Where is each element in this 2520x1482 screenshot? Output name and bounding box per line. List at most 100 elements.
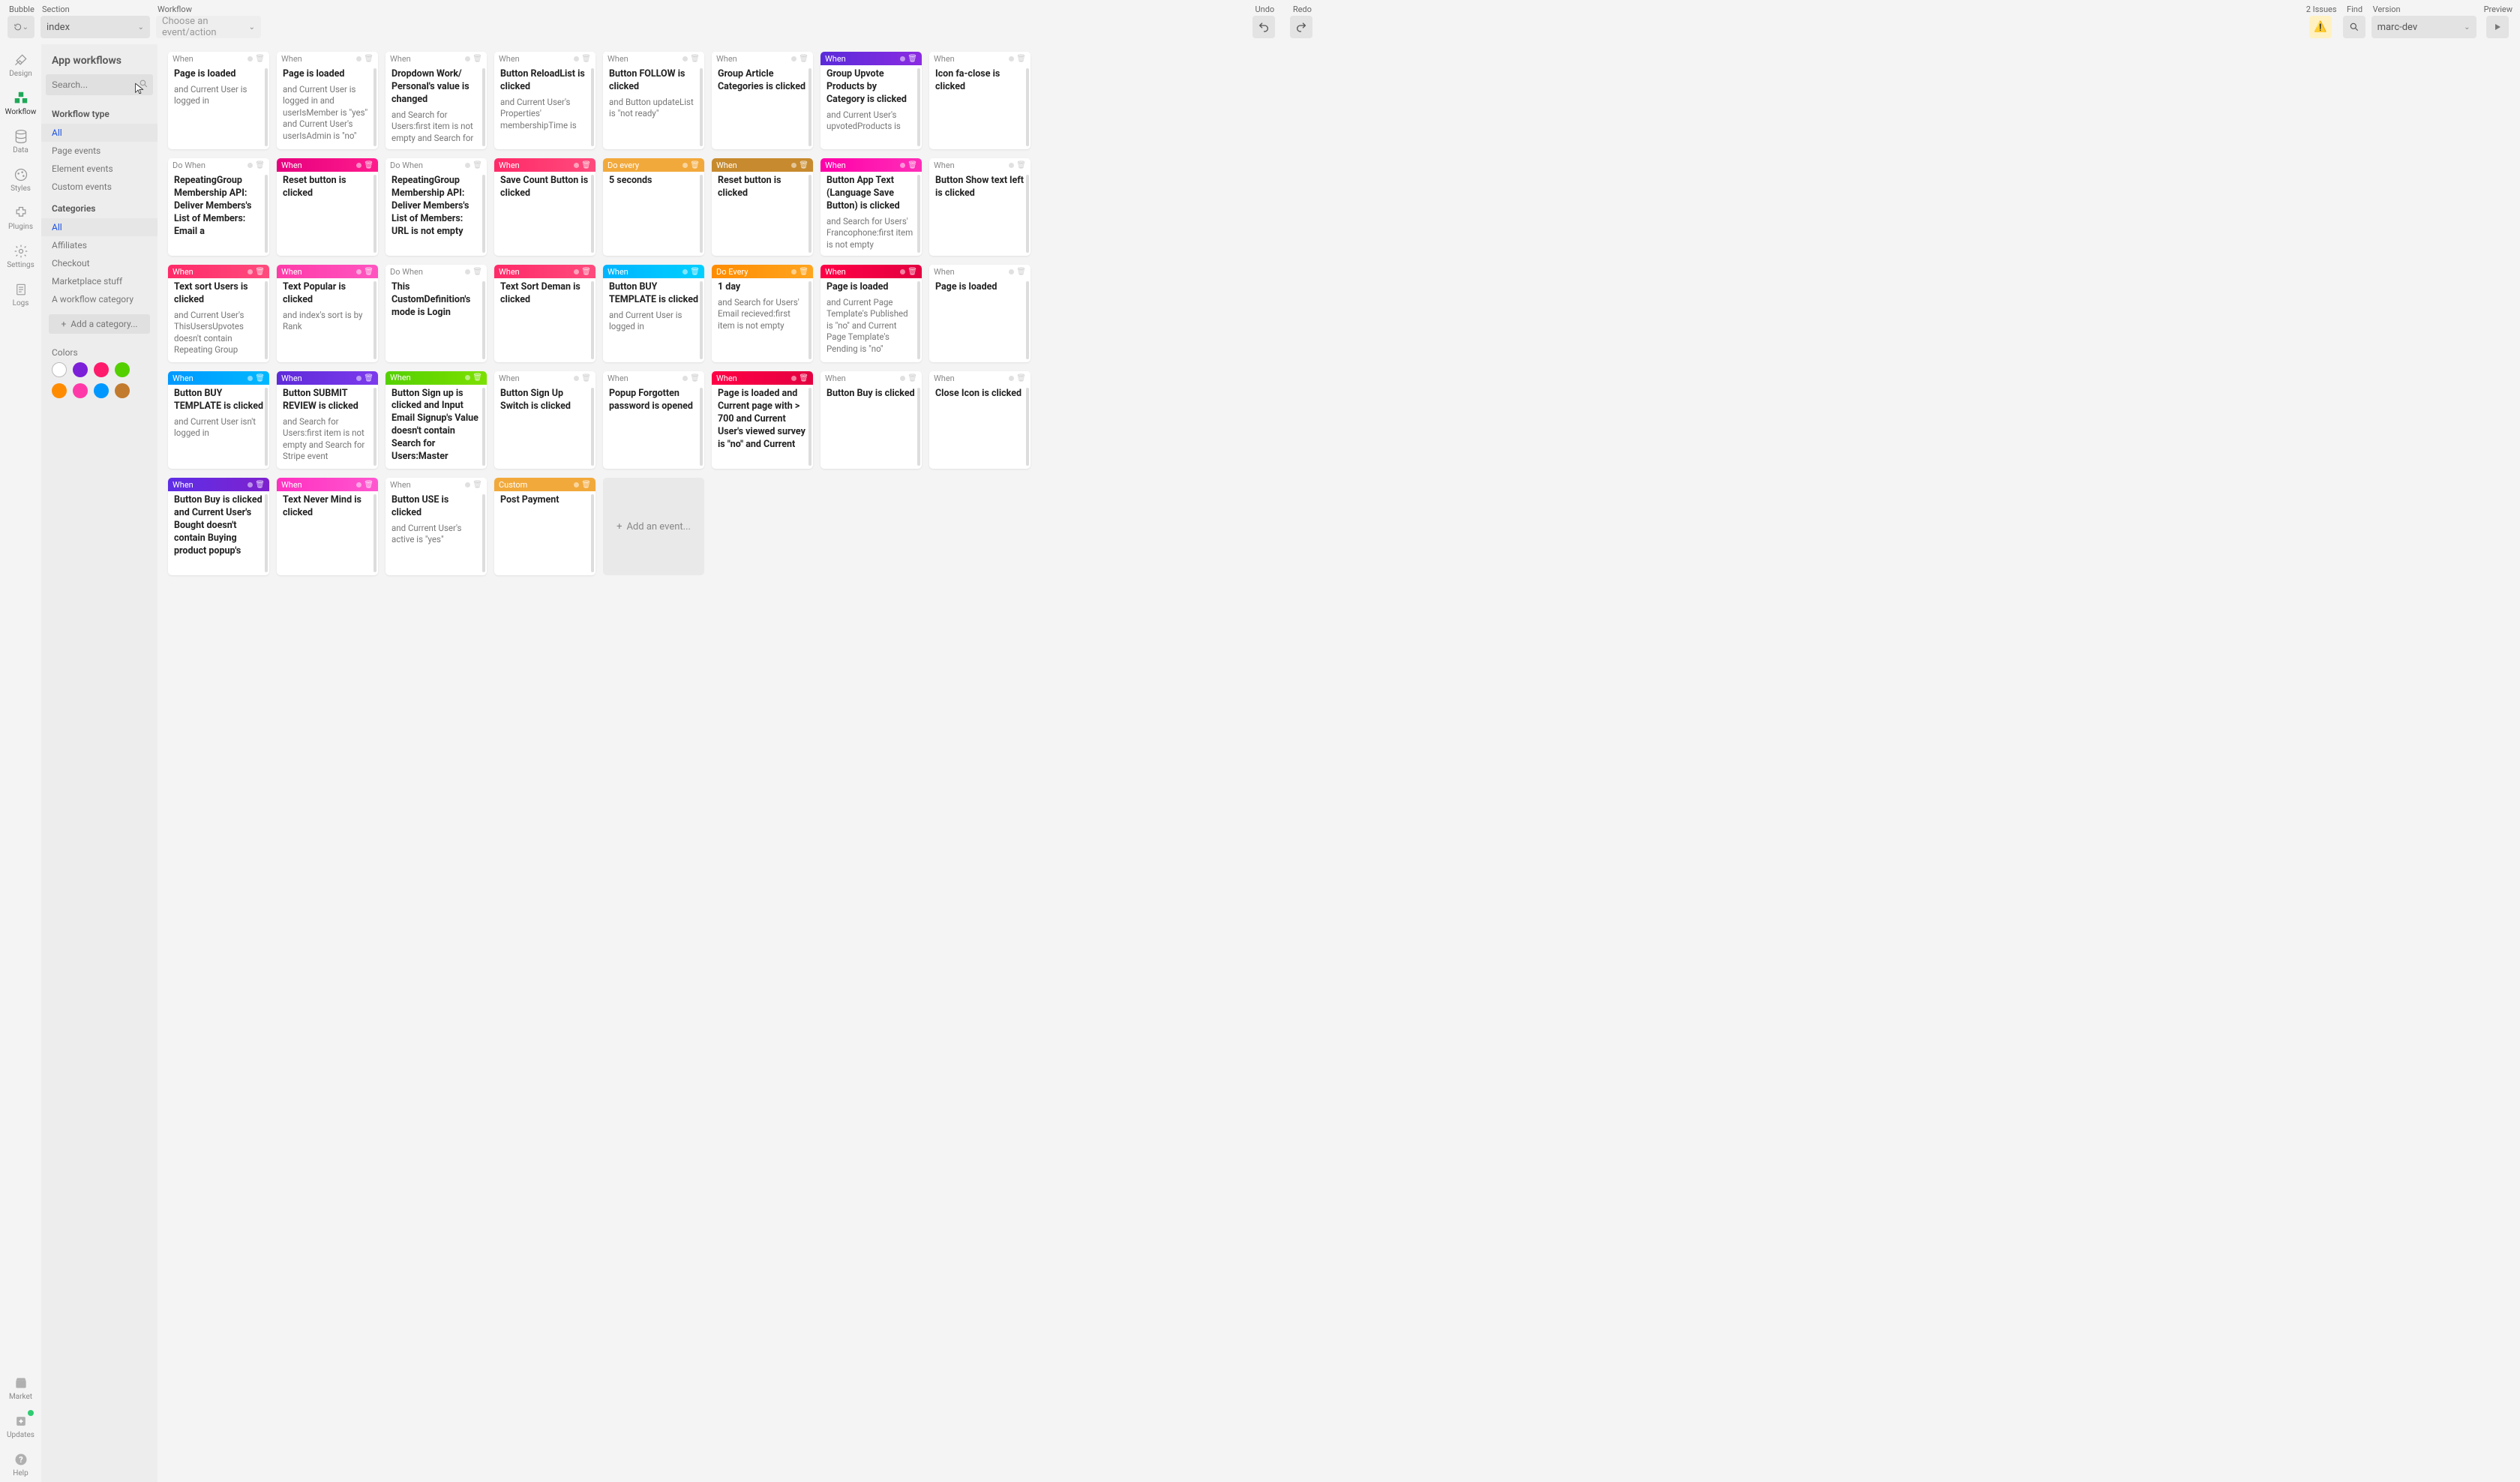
category-item[interactable]: Checkout	[41, 254, 158, 272]
trash-icon[interactable]: 🗑	[472, 374, 482, 382]
workflow-card[interactable]: When🗑Reset button is clicked	[712, 158, 813, 256]
issues-button[interactable]: ⚠️	[2309, 16, 2332, 38]
rail-updates[interactable]: Updates	[0, 1408, 41, 1444]
color-swatch[interactable]	[94, 362, 109, 377]
workflow-card[interactable]: When🗑Popup Forgotten password is opened	[603, 371, 704, 469]
workflow-card[interactable]: When🗑Text Never Mind is clicked	[277, 478, 378, 575]
workflow-card[interactable]: Do every🗑5 seconds	[603, 158, 704, 256]
color-swatch[interactable]	[115, 362, 130, 377]
trash-icon[interactable]: 🗑	[255, 55, 265, 63]
trash-icon[interactable]: 🗑	[255, 268, 265, 276]
find-button[interactable]	[2343, 16, 2366, 38]
rail-data[interactable]: Data	[0, 124, 41, 159]
color-swatch[interactable]	[115, 383, 130, 398]
workflow-card[interactable]: When🗑Button USE is clickedand Current Us…	[386, 478, 487, 575]
trash-icon[interactable]: 🗑	[364, 161, 374, 170]
workflow-card[interactable]: When🗑Text Sort Deman is clicked	[494, 265, 596, 362]
workflow-card[interactable]: When🗑Button BUY TEMPLATE is clickedand C…	[603, 265, 704, 362]
trash-icon[interactable]: 🗑	[690, 161, 700, 170]
bubble-menu[interactable]: ⌄	[8, 16, 34, 38]
rail-logs[interactable]: Logs	[0, 277, 41, 312]
trash-icon[interactable]: 🗑	[364, 55, 374, 63]
trash-icon[interactable]: 🗑	[1016, 268, 1026, 276]
trash-icon[interactable]: 🗑	[255, 161, 265, 170]
type-item[interactable]: Element events	[41, 160, 158, 178]
undo-button[interactable]	[1252, 16, 1275, 38]
workflow-card[interactable]: When🗑Page is loadedand Current Page Temp…	[820, 265, 922, 362]
workflow-card[interactable]: When🗑Page is loaded and Current page wit…	[712, 371, 813, 469]
rail-settings[interactable]: Settings	[0, 238, 41, 274]
preview-button[interactable]	[2486, 16, 2509, 38]
color-swatch[interactable]	[73, 362, 88, 377]
trash-icon[interactable]: 🗑	[690, 55, 700, 63]
workflow-card[interactable]: When🗑Button Show text left is clicked	[929, 158, 1030, 256]
trash-icon[interactable]: 🗑	[799, 161, 808, 170]
workflow-card[interactable]: Do When🗑RepeatingGroup Membership API: D…	[168, 158, 269, 256]
trash-icon[interactable]: 🗑	[690, 268, 700, 276]
add-category-button[interactable]: + Add a category...	[49, 314, 150, 334]
color-swatch[interactable]	[52, 383, 67, 398]
trash-icon[interactable]: 🗑	[908, 268, 917, 276]
workflow-card[interactable]: When🗑Button App Text (Language Save Butt…	[820, 158, 922, 256]
trash-icon[interactable]: 🗑	[908, 55, 917, 63]
category-item[interactable]: A workflow category	[41, 290, 158, 308]
rail-design[interactable]: Design	[0, 47, 41, 82]
trash-icon[interactable]: 🗑	[255, 481, 265, 489]
workflow-card[interactable]: When🗑Button Buy is clicked and Current U…	[168, 478, 269, 575]
workflow-card[interactable]: Do Every🗑1 dayand Search for Users' Emai…	[712, 265, 813, 362]
workflow-card[interactable]: When🗑Button ReloadList is clickedand Cur…	[494, 52, 596, 149]
rail-plugins[interactable]: Plugins	[0, 200, 41, 236]
category-item[interactable]: Affiliates	[41, 236, 158, 254]
trash-icon[interactable]: 🗑	[472, 55, 482, 63]
trash-icon[interactable]: 🗑	[1016, 55, 1026, 63]
trash-icon[interactable]: 🗑	[364, 268, 374, 276]
category-item[interactable]: Marketplace stuff	[41, 272, 158, 290]
workflow-card[interactable]: Do When🗑This CustomDefinition's mode is …	[386, 265, 487, 362]
trash-icon[interactable]: 🗑	[690, 374, 700, 382]
type-item[interactable]: Page events	[41, 142, 158, 160]
workflow-card[interactable]: When🗑Page is loaded	[929, 265, 1030, 362]
workflow-card[interactable]: When🗑Button SUBMIT REVIEW is clickedand …	[277, 371, 378, 469]
version-dropdown[interactable]: marc-dev ⌄	[2372, 16, 2476, 38]
workflow-card[interactable]: When🗑Text Popular is clickedand index's …	[277, 265, 378, 362]
trash-icon[interactable]: 🗑	[908, 161, 917, 170]
trash-icon[interactable]: 🗑	[581, 55, 591, 63]
type-item[interactable]: Custom events	[41, 178, 158, 196]
trash-icon[interactable]: 🗑	[1016, 161, 1026, 170]
section-dropdown[interactable]: index ⌄	[40, 16, 150, 38]
add-event-card[interactable]: +Add an event...	[603, 478, 704, 575]
workflow-card[interactable]: When🗑Button Sign Up Switch is clicked	[494, 371, 596, 469]
trash-icon[interactable]: 🗑	[581, 374, 591, 382]
workflow-card[interactable]: Do When🗑RepeatingGroup Membership API: D…	[386, 158, 487, 256]
workflow-card[interactable]: When🗑Save Count Button is clicked	[494, 158, 596, 256]
color-swatch[interactable]	[73, 383, 88, 398]
category-item[interactable]: All	[41, 218, 158, 236]
workflow-card[interactable]: When🗑Text sort Users is clickedand Curre…	[168, 265, 269, 362]
search-input[interactable]	[46, 74, 153, 95]
trash-icon[interactable]: 🗑	[908, 374, 917, 382]
workflow-card[interactable]: When🗑Group Upvote Products by Category i…	[820, 52, 922, 149]
redo-button[interactable]	[1290, 16, 1312, 38]
trash-icon[interactable]: 🗑	[364, 481, 374, 489]
workflow-card[interactable]: When🗑Page is loadedand Current User is l…	[277, 52, 378, 149]
trash-icon[interactable]: 🗑	[1016, 374, 1026, 382]
rail-market[interactable]: Market	[0, 1370, 41, 1406]
trash-icon[interactable]: 🗑	[799, 55, 808, 63]
color-swatch[interactable]	[94, 383, 109, 398]
workflow-card[interactable]: When🗑Button Buy is clicked	[820, 371, 922, 469]
trash-icon[interactable]: 🗑	[799, 268, 808, 276]
trash-icon[interactable]: 🗑	[255, 374, 265, 382]
rail-styles[interactable]: Styles	[0, 162, 41, 197]
workflow-card[interactable]: When🗑Button BUY TEMPLATE is clickedand C…	[168, 371, 269, 469]
rail-workflow[interactable]: Workflow	[0, 86, 41, 121]
workflow-card[interactable]: Custom🗑Post Payment	[494, 478, 596, 575]
type-item[interactable]: All	[41, 124, 158, 142]
workflow-card[interactable]: When🗑Icon fa-close is clicked	[929, 52, 1030, 149]
workflow-card[interactable]: When🗑Reset button is clicked	[277, 158, 378, 256]
trash-icon[interactable]: 🗑	[581, 161, 591, 170]
trash-icon[interactable]: 🗑	[472, 161, 482, 170]
workflow-card[interactable]: When🗑Dropdown Work/ Personal's value is …	[386, 52, 487, 149]
rail-help[interactable]: ? Help	[0, 1447, 41, 1482]
workflow-card[interactable]: When🗑Group Article Categories is clicked	[712, 52, 813, 149]
trash-icon[interactable]: 🗑	[472, 268, 482, 276]
